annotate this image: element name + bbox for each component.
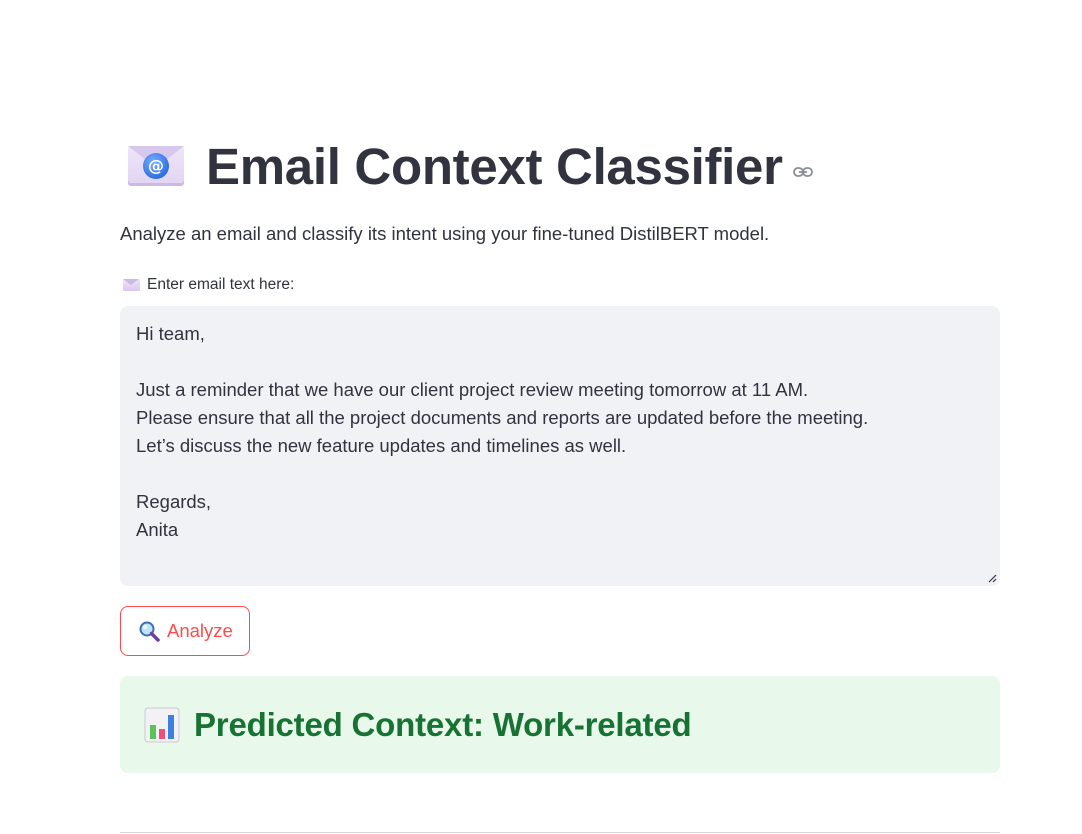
email-textarea-container: [120, 306, 1000, 586]
analyze-button[interactable]: Analyze: [120, 606, 250, 656]
resize-handle-icon[interactable]: [987, 573, 997, 583]
email-field-label-text: Enter email text here:: [147, 276, 295, 293]
email-text-input[interactable]: [120, 306, 1000, 586]
bar-chart-icon: [144, 707, 180, 742]
analyze-button-label: Analyze: [167, 620, 233, 641]
page-title: Email Context Classifier: [206, 137, 783, 195]
page-subtitle: Analyze an email and classify its intent…: [120, 223, 770, 244]
divider: [120, 832, 1000, 833]
main-container: @ Email Context Classifier Analyze an em…: [120, 0, 1000, 834]
magnifier-icon: [139, 621, 160, 642]
prediction-result-box: Predicted Context: Work-related: [120, 676, 1000, 773]
title-row: @ Email Context Classifier: [128, 134, 813, 198]
envelope-icon: [123, 279, 140, 291]
envelope-with-at-icon: @: [128, 146, 184, 186]
link-icon[interactable]: [792, 166, 813, 178]
email-field-label: Enter email text here:: [123, 276, 294, 294]
prediction-result-text: Predicted Context: Work-related: [194, 705, 692, 743]
